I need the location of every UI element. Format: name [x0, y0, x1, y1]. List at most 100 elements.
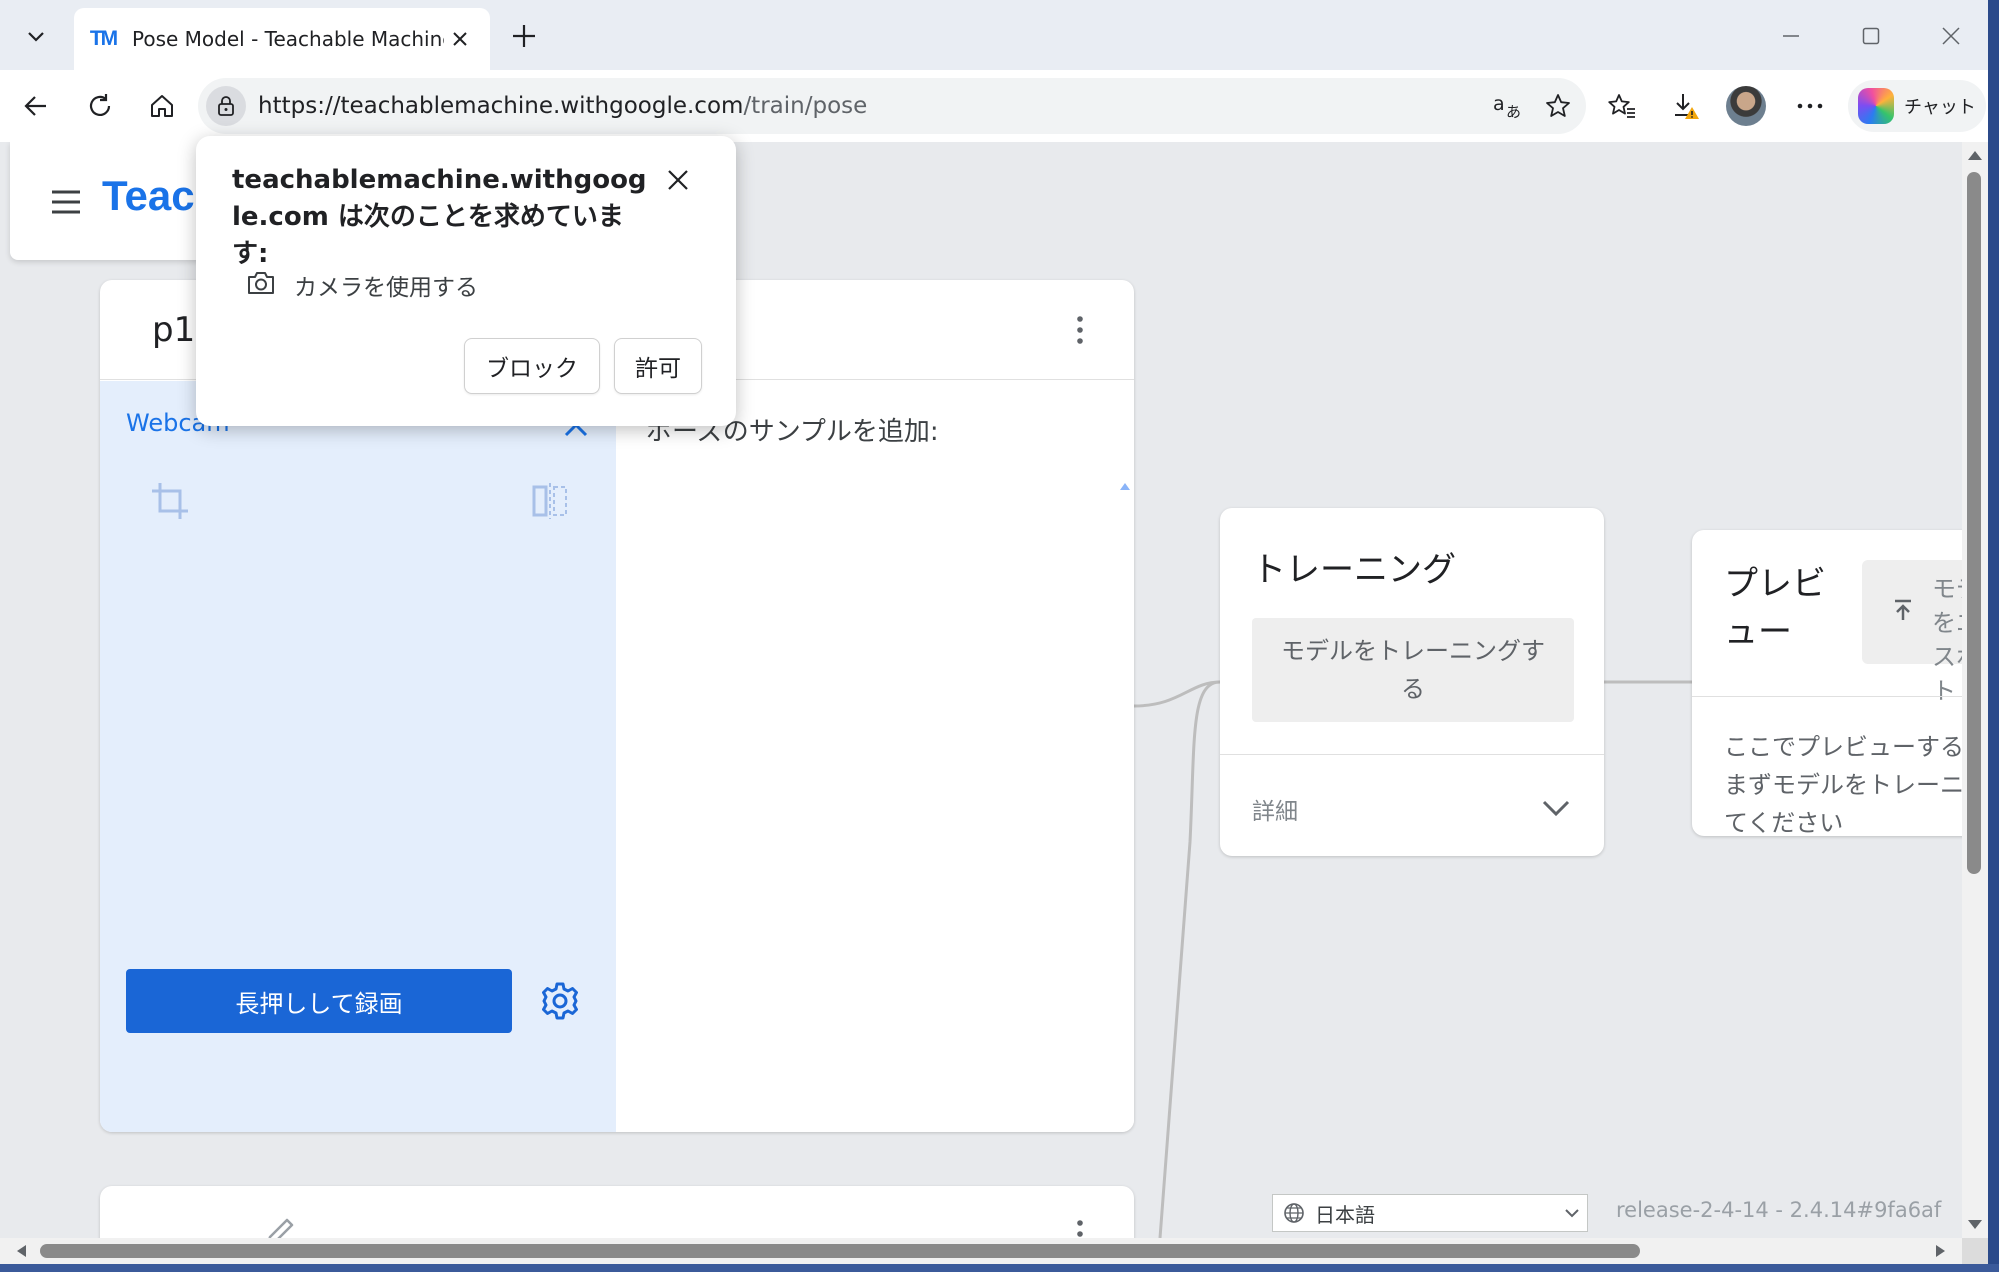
copilot-button[interactable]: チャット	[1848, 80, 1986, 132]
back-button[interactable]	[14, 84, 58, 128]
record-settings-button[interactable]	[536, 977, 584, 1025]
language-value: 日本語	[1315, 1202, 1375, 1227]
window-close-button[interactable]	[1928, 14, 1974, 58]
export-model-button[interactable]: モデルをエクスポート	[1862, 560, 1962, 705]
vertical-scrollbar[interactable]	[1962, 142, 1988, 1238]
hold-to-record-button[interactable]: 長押しして録画	[126, 969, 512, 1033]
active-tab[interactable]: TM Pose Model - Teachable Machines	[74, 8, 490, 70]
gear-icon	[542, 982, 578, 1020]
close-icon	[668, 170, 688, 190]
preview-description: ここでプレビューするには、まずモデルをトレーニングしてください	[1724, 733, 1962, 836]
minimize-button[interactable]	[1768, 14, 1814, 58]
vertical-scroll-thumb[interactable]	[1967, 172, 1981, 874]
read-aloud-icon: aあ	[1493, 93, 1521, 120]
webcam-panel: Webcam 長押しして録画	[100, 381, 616, 1132]
scroll-right-arrow-icon[interactable]	[1934, 1243, 1948, 1259]
language-dropdown-arrow	[1557, 1198, 1587, 1228]
reload-button[interactable]	[78, 84, 122, 128]
copilot-label: チャット	[1904, 97, 1976, 118]
profile-avatar[interactable]	[1726, 86, 1766, 126]
training-title: トレーニング	[1252, 550, 1456, 590]
toolbar: https://teachablemachine.withgoogle.com/…	[0, 70, 1999, 142]
window-close-icon	[1942, 27, 1960, 45]
favorites-button[interactable]	[1600, 84, 1644, 128]
camera-icon-glyph	[248, 272, 274, 294]
menu-button[interactable]	[46, 182, 86, 222]
lock-icon	[218, 96, 234, 116]
new-tab-button[interactable]	[502, 16, 546, 56]
kebab-menu-icon	[1077, 1220, 1083, 1237]
horizontal-scroll-thumb[interactable]	[40, 1244, 1640, 1258]
class-card-2	[100, 1186, 1134, 1238]
hamburger-menu-icon	[52, 190, 80, 214]
version-label: release-2-4-14 - 2.4.14#9fa6af	[1616, 1198, 1942, 1222]
svg-text:あ: あ	[1506, 103, 1521, 120]
close-icon	[453, 32, 467, 46]
crop-button[interactable]	[146, 477, 194, 525]
home-button[interactable]	[140, 84, 184, 128]
crop-icon	[152, 483, 188, 519]
tab-favicon-icon: TM	[89, 27, 118, 50]
back-arrow-icon	[24, 96, 46, 116]
downloads-button[interactable]	[1664, 84, 1708, 128]
desktop-edge	[0, 1264, 1999, 1272]
permission-popup-close-button[interactable]	[658, 160, 698, 200]
divider	[1692, 696, 1962, 697]
permission-popup-title: teachablemachine.withgoogle.com は次のことを求め…	[232, 165, 647, 269]
samples-scroll-up[interactable]	[1120, 481, 1130, 491]
scroll-left-arrow-icon[interactable]	[14, 1243, 28, 1259]
train-model-button[interactable]: モデルをトレーニングする	[1252, 618, 1574, 722]
plus-icon	[513, 25, 535, 47]
preview-card: プレビュー モデルをエクスポート ここでプレビューするには、まずモデルをトレーニ…	[1692, 530, 1962, 836]
chevron-down-icon	[28, 32, 44, 42]
flip-button[interactable]	[526, 477, 574, 525]
url-text[interactable]: https://teachablemachine.withgoogle.com/…	[258, 93, 1486, 119]
camera-icon	[246, 268, 276, 298]
tab-title: Pose Model - Teachable Machines	[132, 27, 444, 51]
tab-strip: TM Pose Model - Teachable Machines	[0, 0, 1999, 70]
copilot-icon	[1858, 88, 1894, 124]
samples-area: ポーズのサンプルを追加:	[616, 381, 1134, 1132]
read-aloud-button[interactable]: aあ	[1486, 84, 1530, 128]
class-options-button[interactable]	[1068, 1214, 1092, 1238]
export-icon	[1895, 599, 1911, 620]
flip-icon	[532, 483, 567, 519]
camera-permission-popup: teachablemachine.withgoogle.com は次のことを求め…	[196, 136, 736, 426]
training-card: トレーニング モデルをトレーニングする 詳細	[1220, 508, 1604, 856]
divider	[1220, 754, 1604, 755]
allow-button[interactable]: 許可	[614, 338, 702, 394]
chevron-down-icon	[1542, 800, 1570, 817]
class-name[interactable]: p1	[152, 310, 195, 350]
downloads-warning-icon	[1675, 94, 1699, 119]
tab-close-button[interactable]	[444, 23, 476, 55]
block-button[interactable]: ブロック	[464, 338, 600, 394]
favorites-icon	[1608, 94, 1635, 118]
globe-icon	[1284, 1203, 1304, 1223]
scroll-down-arrow-icon[interactable]	[1966, 1218, 1984, 1232]
tab-list-button[interactable]	[14, 14, 58, 58]
more-button[interactable]	[1788, 84, 1832, 128]
site-info-button[interactable]	[206, 86, 246, 126]
maximize-icon	[1862, 27, 1880, 45]
class-options-button[interactable]	[1068, 310, 1092, 350]
permission-request-text: カメラを使用する	[294, 275, 478, 301]
advanced-toggle-label[interactable]: 詳細	[1252, 792, 1298, 826]
scroll-up-arrow-icon[interactable]	[1966, 148, 1984, 162]
address-bar[interactable]: https://teachablemachine.withgoogle.com/…	[198, 78, 1586, 134]
home-icon	[151, 95, 173, 117]
advanced-toggle[interactable]	[1540, 792, 1572, 824]
edit-class-name-button[interactable]	[260, 1212, 300, 1238]
svg-text:a: a	[1493, 93, 1505, 115]
export-model-label: モデルをエクスポート	[1932, 575, 1962, 705]
more-icon	[1797, 103, 1823, 109]
kebab-menu-icon	[1077, 316, 1083, 344]
horizontal-scrollbar[interactable]	[0, 1238, 1962, 1264]
reload-icon	[89, 94, 111, 117]
minimize-icon	[1783, 35, 1799, 37]
language-select[interactable]: 日本語	[1272, 1194, 1588, 1232]
scrollbar-corner	[1962, 1238, 1988, 1264]
maximize-button[interactable]	[1848, 14, 1894, 58]
add-favorite-button[interactable]	[1536, 84, 1580, 128]
url-path: /train/pose	[743, 93, 868, 119]
caret-up-icon	[1120, 483, 1130, 490]
